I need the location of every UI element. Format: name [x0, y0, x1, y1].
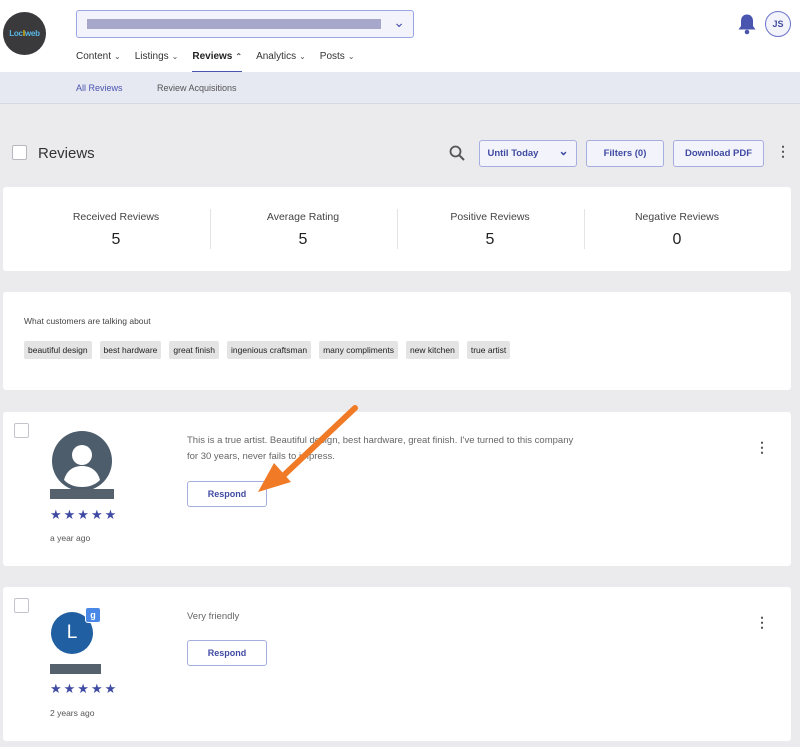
tab-review-acquisitions[interactable]: Review Acquisitions	[157, 83, 237, 93]
chevron-down-icon: ⌄	[299, 52, 306, 61]
topics-card: What customers are talking about beautif…	[3, 292, 791, 390]
default-user-avatar-icon	[52, 431, 112, 491]
filters-button[interactable]: Filters (0)	[586, 140, 664, 167]
chevron-down-icon: ⌄	[171, 52, 179, 61]
date-range-label: Until Today	[487, 148, 539, 159]
topic-tag[interactable]: ingenious craftsman	[227, 341, 312, 359]
stat-label: Received Reviews	[72, 211, 160, 223]
sub-nav: All Reviews Review Acquisitions	[0, 72, 800, 104]
topic-tag[interactable]: beautiful design	[24, 341, 92, 359]
stat-received-reviews: Received Reviews 5	[23, 211, 209, 249]
stat-label: Average Rating	[266, 211, 340, 223]
review-checkbox[interactable]	[14, 423, 29, 438]
nav-posts[interactable]: Posts ⌄	[320, 51, 355, 73]
date-range-select[interactable]: Until Today ⌄	[479, 140, 577, 167]
stat-positive-reviews: Positive Reviews 5	[397, 211, 583, 249]
review-card: L g ★★★★★ 2 years ago Very friendly Resp…	[3, 587, 791, 741]
review-text: Very friendly	[187, 611, 240, 622]
redacted-reviewer-name	[50, 664, 101, 674]
google-source-icon: g	[85, 607, 101, 623]
nav-listings[interactable]: Listings ⌄	[135, 51, 179, 73]
more-options-icon[interactable]: ⋮	[776, 143, 790, 160]
stat-value: 5	[298, 231, 308, 248]
chevron-down-icon: ⌄	[393, 14, 405, 30]
stat-label: Positive Reviews	[450, 211, 530, 223]
chevron-down-icon: ⌄	[558, 144, 569, 158]
tab-all-reviews[interactable]: All Reviews	[76, 83, 123, 93]
stat-value: 5	[485, 231, 495, 248]
respond-button[interactable]: Respond	[187, 640, 267, 666]
redacted-reviewer-name	[50, 489, 114, 499]
stat-value: 5	[111, 231, 121, 248]
review-time: a year ago	[50, 533, 91, 543]
review-card: ★★★★★ a year ago This is a true artist. …	[3, 412, 791, 566]
star-rating: ★★★★★	[50, 681, 119, 696]
user-avatar[interactable]: JS	[765, 11, 791, 37]
bell-icon[interactable]	[737, 13, 757, 35]
localweb-logo[interactable]: Loclweb	[3, 12, 46, 55]
main-nav: Content ⌄ Listings ⌄ Reviews ⌃ Analytics ⌄ P…	[76, 51, 369, 73]
topic-tags: beautiful design best hardware great fin…	[24, 341, 511, 359]
select-all-checkbox[interactable]	[12, 145, 27, 160]
review-checkbox[interactable]	[14, 598, 29, 613]
review-text: This is a true artist. Beautiful design,…	[187, 435, 574, 462]
account-select[interactable]: ⌄	[76, 10, 414, 38]
redacted-account-name	[87, 19, 381, 29]
nav-reviews[interactable]: Reviews ⌃	[192, 51, 242, 73]
page-title: Reviews	[38, 145, 95, 162]
chevron-down-icon: ⌄	[114, 52, 121, 61]
topic-tag[interactable]: true artist	[466, 341, 511, 359]
stat-label: Negative Reviews	[634, 211, 720, 223]
chevron-up-icon: ⌃	[235, 52, 243, 61]
review-more-options-icon[interactable]: ⋮	[755, 439, 769, 456]
chevron-down-icon: ⌄	[347, 52, 355, 61]
stat-value: 0	[672, 231, 682, 248]
download-pdf-button[interactable]: Download PDF	[673, 140, 764, 167]
stat-average-rating: Average Rating 5	[210, 211, 396, 249]
nav-analytics[interactable]: Analytics ⌄	[256, 51, 306, 73]
respond-button[interactable]: Respond	[187, 481, 267, 507]
nav-content[interactable]: Content ⌄	[76, 51, 121, 73]
topic-tag[interactable]: new kitchen	[405, 341, 459, 359]
top-bar: Loclweb ⌄ JS Content ⌄ Listings ⌄ Reviews ⌃…	[0, 0, 800, 73]
topic-tag[interactable]: many compliments	[319, 341, 398, 359]
stats-card: Received Reviews 5 Average Rating 5 Posi…	[3, 187, 791, 271]
topics-title: What customers are talking about	[24, 316, 151, 326]
star-rating: ★★★★★	[50, 507, 119, 522]
topic-tag[interactable]: best hardware	[99, 341, 162, 359]
review-more-options-icon[interactable]: ⋮	[755, 614, 769, 631]
search-icon[interactable]	[449, 145, 465, 161]
review-time: 2 years ago	[50, 708, 95, 718]
stat-negative-reviews: Negative Reviews 0	[584, 211, 770, 249]
topic-tag[interactable]: great finish	[169, 341, 220, 359]
